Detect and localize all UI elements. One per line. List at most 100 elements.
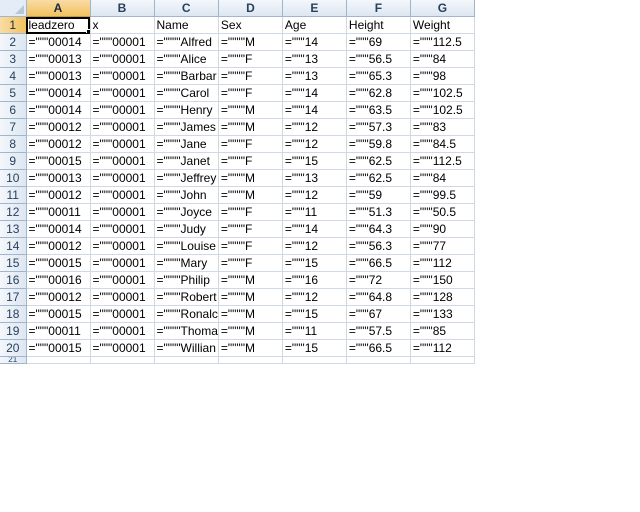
cell-c20[interactable]: =""""Willian bbox=[154, 339, 219, 357]
cell-e14[interactable]: ="""12 bbox=[282, 237, 347, 255]
cell-f10[interactable]: ="""62.5 bbox=[346, 169, 411, 187]
cell-b1[interactable]: x bbox=[90, 16, 155, 34]
cell-b17[interactable]: ="""00001 bbox=[90, 288, 155, 306]
cell-b4[interactable]: ="""00001 bbox=[90, 67, 155, 85]
cell-c11[interactable]: =""""John bbox=[154, 186, 219, 204]
cell-a10[interactable]: ="""00013 bbox=[26, 169, 91, 187]
cell-b14[interactable]: ="""00001 bbox=[90, 237, 155, 255]
cell-f14[interactable]: ="""56.3 bbox=[346, 237, 411, 255]
cell-c18[interactable]: =""""Ronalc bbox=[154, 305, 219, 323]
cell-a5[interactable]: ="""00014 bbox=[26, 84, 91, 102]
column-header-b[interactable]: B bbox=[90, 0, 155, 17]
cell-e3[interactable]: ="""13 bbox=[282, 50, 347, 68]
column-header-g[interactable]: G bbox=[410, 0, 475, 17]
select-all-button[interactable] bbox=[0, 0, 27, 17]
cell-g3[interactable]: ="""84 bbox=[410, 50, 475, 68]
cell-b21[interactable] bbox=[90, 356, 155, 364]
cell-e10[interactable]: ="""13 bbox=[282, 169, 347, 187]
row-header[interactable]: 7 bbox=[0, 118, 27, 136]
cell-e2[interactable]: ="""14 bbox=[282, 33, 347, 51]
cell-d11[interactable]: =""""M bbox=[218, 186, 283, 204]
cell-b15[interactable]: ="""00001 bbox=[90, 254, 155, 272]
row-header[interactable]: 18 bbox=[0, 305, 27, 323]
cell-a8[interactable]: ="""00012 bbox=[26, 135, 91, 153]
cell-c3[interactable]: =""""Alice bbox=[154, 50, 219, 68]
cell-g8[interactable]: ="""84.5 bbox=[410, 135, 475, 153]
cell-g20[interactable]: ="""112 bbox=[410, 339, 475, 357]
cell-a2[interactable]: ="""00014 bbox=[26, 33, 91, 51]
cell-b3[interactable]: ="""00001 bbox=[90, 50, 155, 68]
cell-e17[interactable]: ="""12 bbox=[282, 288, 347, 306]
cell-g12[interactable]: ="""50.5 bbox=[410, 203, 475, 221]
cell-a11[interactable]: ="""00012 bbox=[26, 186, 91, 204]
cell-f8[interactable]: ="""59.8 bbox=[346, 135, 411, 153]
cell-e5[interactable]: ="""14 bbox=[282, 84, 347, 102]
cell-f7[interactable]: ="""57.3 bbox=[346, 118, 411, 136]
cell-f19[interactable]: ="""57.5 bbox=[346, 322, 411, 340]
cell-e6[interactable]: ="""14 bbox=[282, 101, 347, 119]
column-header-e[interactable]: E bbox=[282, 0, 347, 17]
cell-b11[interactable]: ="""00001 bbox=[90, 186, 155, 204]
cell-g16[interactable]: ="""150 bbox=[410, 271, 475, 289]
cell-b12[interactable]: ="""00001 bbox=[90, 203, 155, 221]
cell-g10[interactable]: ="""84 bbox=[410, 169, 475, 187]
cell-g7[interactable]: ="""83 bbox=[410, 118, 475, 136]
row-header[interactable]: 5 bbox=[0, 84, 27, 102]
cell-d10[interactable]: =""""M bbox=[218, 169, 283, 187]
column-header-f[interactable]: F bbox=[346, 0, 411, 17]
cell-f13[interactable]: ="""64.3 bbox=[346, 220, 411, 238]
row-header[interactable]: 2 bbox=[0, 33, 27, 51]
cell-c5[interactable]: =""""Carol bbox=[154, 84, 219, 102]
cell-c16[interactable]: =""""Philip bbox=[154, 271, 219, 289]
row-header[interactable]: 11 bbox=[0, 186, 27, 204]
cell-e9[interactable]: ="""15 bbox=[282, 152, 347, 170]
cell-d15[interactable]: =""""F bbox=[218, 254, 283, 272]
cell-b20[interactable]: ="""00001 bbox=[90, 339, 155, 357]
row-header[interactable]: 4 bbox=[0, 67, 27, 85]
cell-e20[interactable]: ="""15 bbox=[282, 339, 347, 357]
cell-d3[interactable]: =""""F bbox=[218, 50, 283, 68]
cell-e16[interactable]: ="""16 bbox=[282, 271, 347, 289]
cell-f18[interactable]: ="""67 bbox=[346, 305, 411, 323]
cell-c7[interactable]: =""""James bbox=[154, 118, 219, 136]
cell-e4[interactable]: ="""13 bbox=[282, 67, 347, 85]
cell-f3[interactable]: ="""56.5 bbox=[346, 50, 411, 68]
cell-a16[interactable]: ="""00016 bbox=[26, 271, 91, 289]
cell-d21[interactable] bbox=[218, 356, 283, 364]
cell-d18[interactable]: =""""M bbox=[218, 305, 283, 323]
cell-g14[interactable]: ="""77 bbox=[410, 237, 475, 255]
column-header-a[interactable]: A bbox=[26, 0, 91, 17]
cell-a18[interactable]: ="""00015 bbox=[26, 305, 91, 323]
cell-c19[interactable]: =""""Thoma bbox=[154, 322, 219, 340]
cell-g9[interactable]: ="""112.5 bbox=[410, 152, 475, 170]
cell-e11[interactable]: ="""12 bbox=[282, 186, 347, 204]
cell-g17[interactable]: ="""128 bbox=[410, 288, 475, 306]
cell-d7[interactable]: =""""M bbox=[218, 118, 283, 136]
column-header-c[interactable]: C bbox=[154, 0, 219, 17]
row-header[interactable]: 21 bbox=[0, 356, 27, 364]
row-header[interactable]: 3 bbox=[0, 50, 27, 68]
cell-b19[interactable]: ="""00001 bbox=[90, 322, 155, 340]
cell-e21[interactable] bbox=[282, 356, 347, 364]
row-header[interactable]: 9 bbox=[0, 152, 27, 170]
row-header[interactable]: 12 bbox=[0, 203, 27, 221]
row-header[interactable]: 13 bbox=[0, 220, 27, 238]
row-header[interactable]: 6 bbox=[0, 101, 27, 119]
cell-e1[interactable]: Age bbox=[282, 16, 347, 34]
cell-b7[interactable]: ="""00001 bbox=[90, 118, 155, 136]
cell-d16[interactable]: =""""M bbox=[218, 271, 283, 289]
row-header[interactable]: 16 bbox=[0, 271, 27, 289]
row-header[interactable]: 8 bbox=[0, 135, 27, 153]
cell-a13[interactable]: ="""00014 bbox=[26, 220, 91, 238]
row-header[interactable]: 19 bbox=[0, 322, 27, 340]
cell-f5[interactable]: ="""62.8 bbox=[346, 84, 411, 102]
cell-g5[interactable]: ="""102.5 bbox=[410, 84, 475, 102]
cell-c14[interactable]: =""""Louise bbox=[154, 237, 219, 255]
cell-f1[interactable]: Height bbox=[346, 16, 411, 34]
row-header[interactable]: 1 bbox=[0, 16, 27, 34]
cell-e7[interactable]: ="""12 bbox=[282, 118, 347, 136]
cell-a21[interactable] bbox=[26, 356, 91, 364]
cell-d17[interactable]: =""""M bbox=[218, 288, 283, 306]
cell-b16[interactable]: ="""00001 bbox=[90, 271, 155, 289]
cell-g2[interactable]: ="""112.5 bbox=[410, 33, 475, 51]
